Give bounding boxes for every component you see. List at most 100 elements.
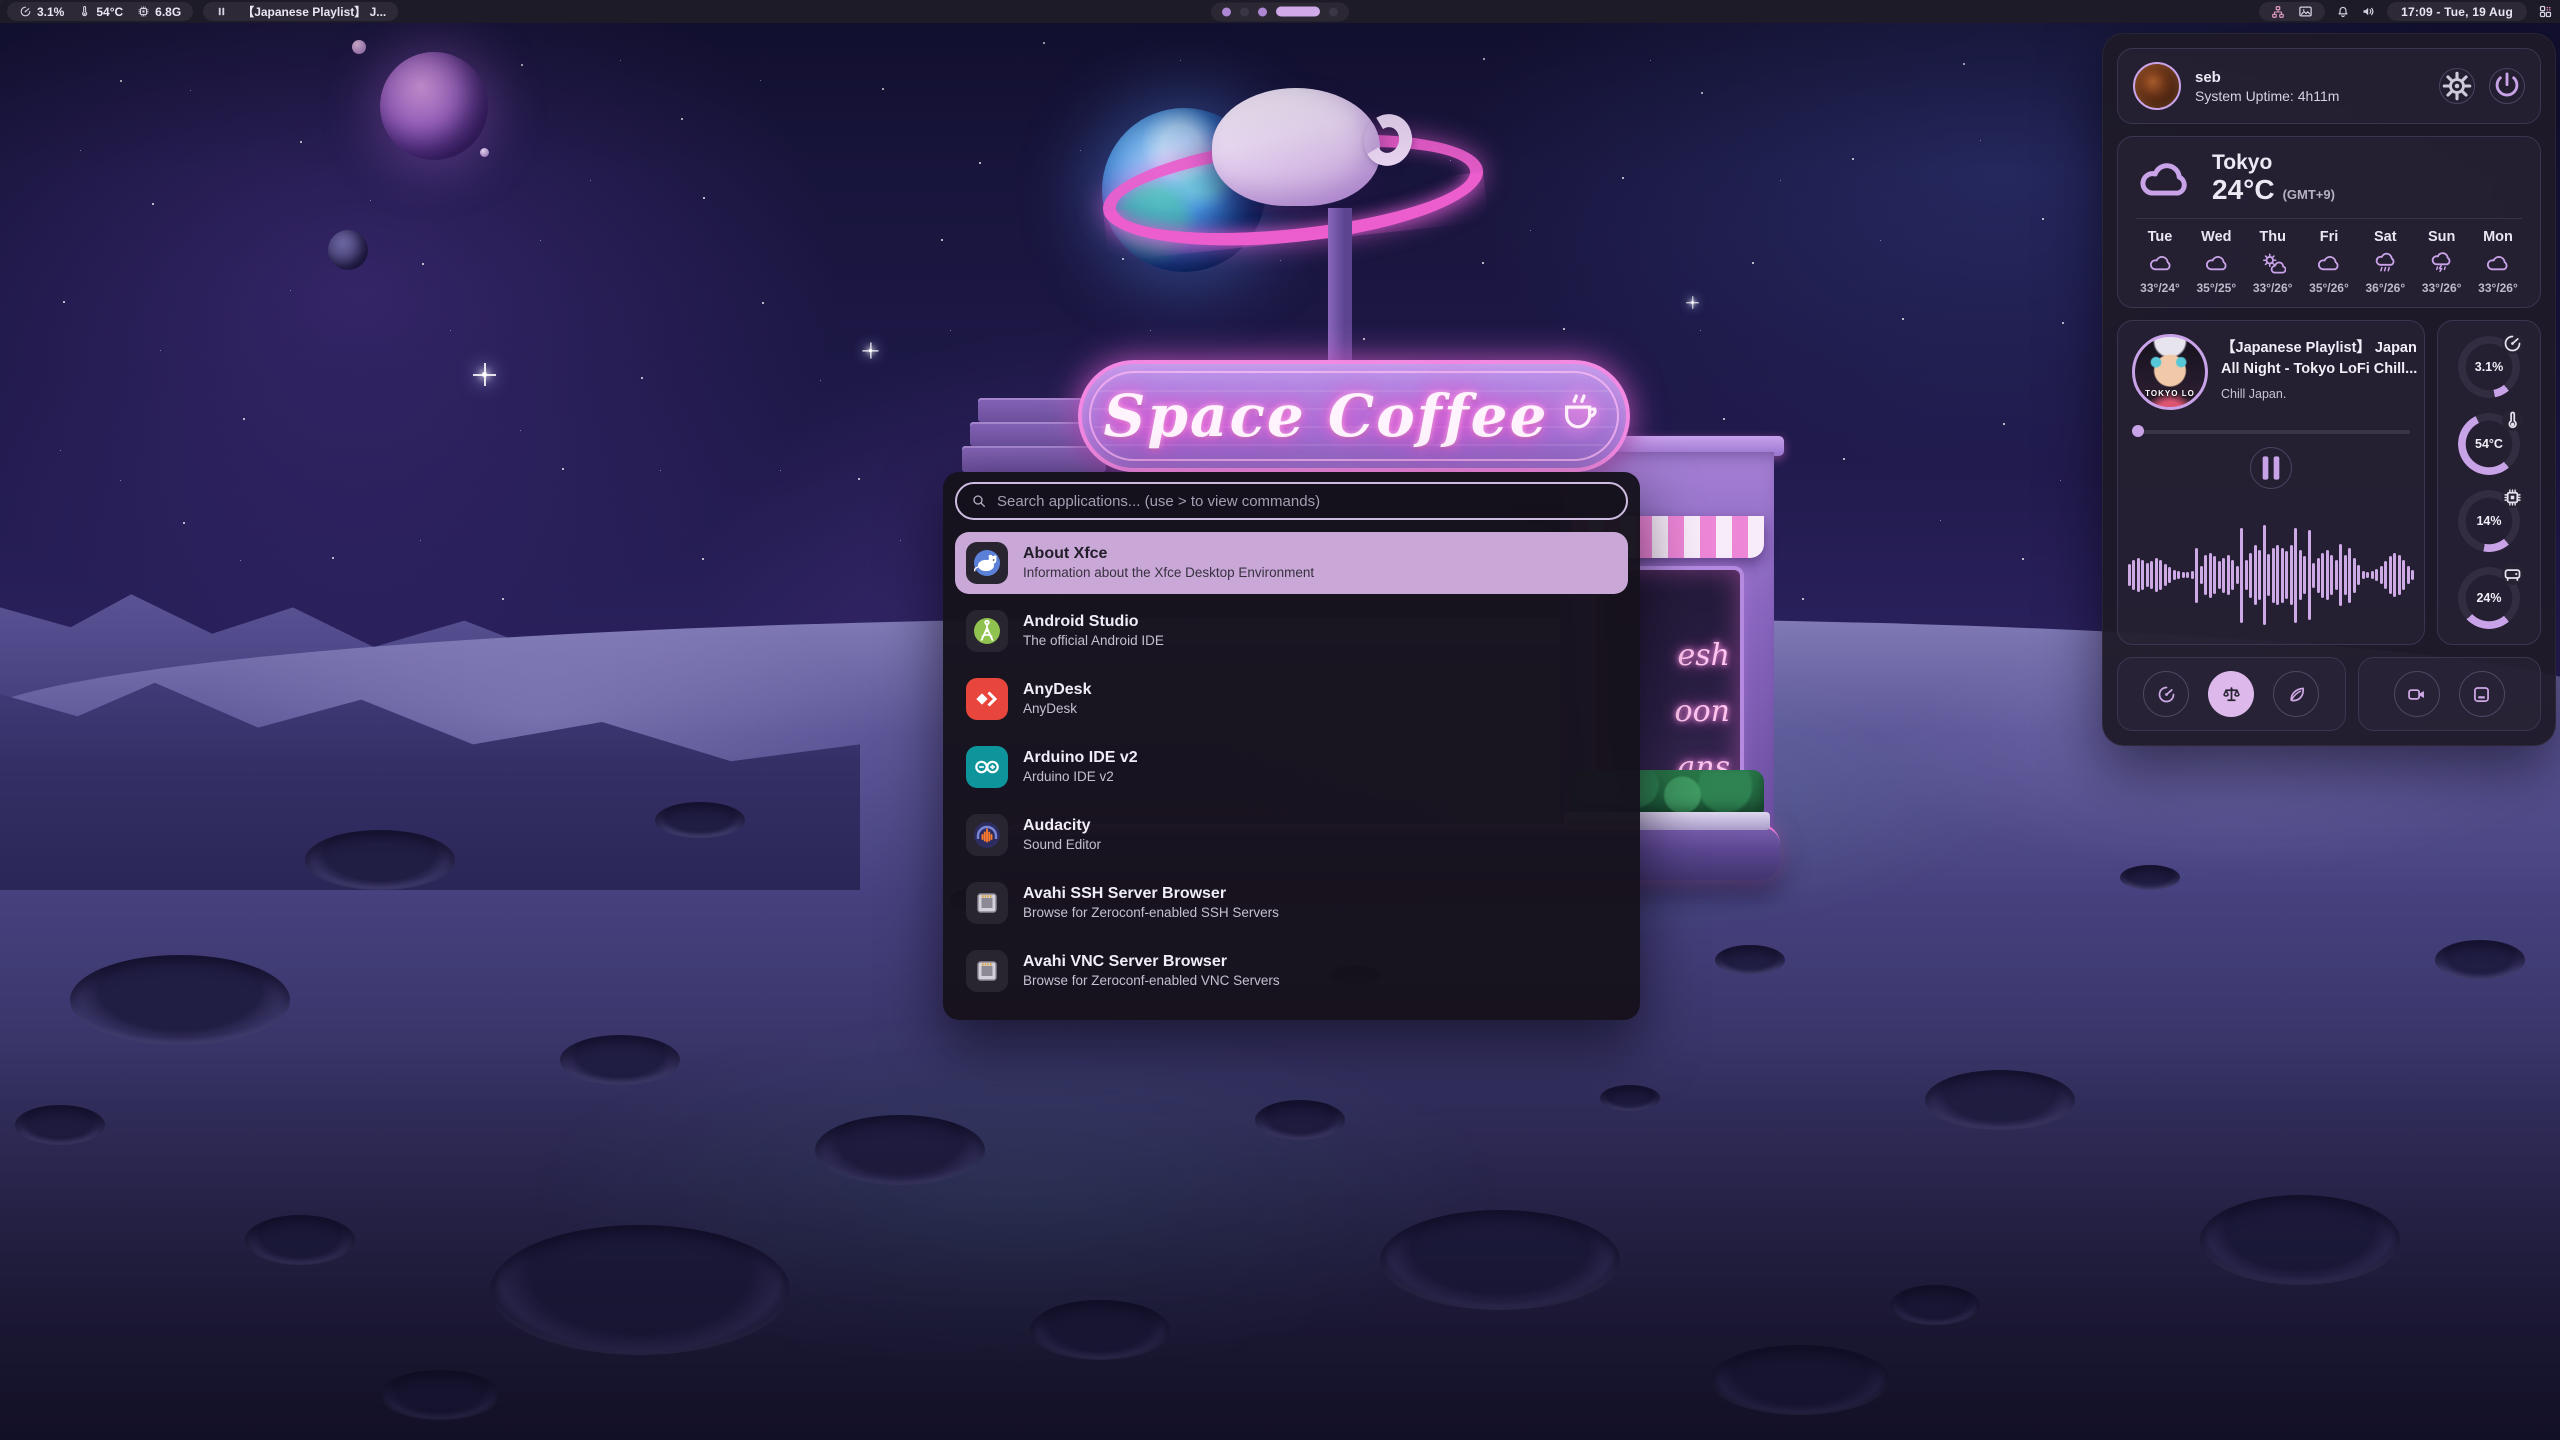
app-item-avahi[interactable]: Avahi SSH Server Browser Browse for Zero… [955,872,1628,934]
speaker-icon[interactable] [2361,4,2376,19]
app-title: Android Studio [1023,612,1164,632]
crater [1255,1100,1345,1140]
visualizer-bar [2195,548,2198,603]
tray-pill[interactable] [2259,2,2325,21]
thermometer-icon [78,5,91,18]
leaf-button[interactable] [2273,671,2319,717]
forecast-day: Wed 35°/25° [2192,229,2240,295]
network-icon[interactable] [2271,5,2285,19]
visualizer-bar [2281,548,2284,603]
app-item-arduino[interactable]: Arduino IDE v2 Arduino IDE v2 [955,736,1628,798]
crater [560,1035,680,1085]
visualizer-bar [2263,525,2266,625]
workspace-dot-occupied[interactable] [1222,7,1231,16]
seek-bar[interactable] [2132,425,2410,437]
system-stat[interactable]: 6.8G [137,5,181,19]
workspace-dot-empty[interactable] [1329,7,1338,16]
visualizer-bar [2380,566,2383,584]
visualizer-bar [2339,544,2342,606]
app-title: Avahi SSH Server Browser [1023,884,1279,904]
visualizer-bar [2231,560,2234,590]
media-player-widget: TOKYO LO 【Japanese Playlist】 Japan All N… [2117,320,2425,645]
play-pause-button[interactable] [2250,447,2292,489]
window-neon-text: esh [1678,628,1730,684]
visualizer-bar [2258,550,2261,600]
visualizer-bar [2245,560,2248,590]
app-title: Audacity [1023,816,1101,836]
forecast-temps: 36°/26° [2365,281,2405,295]
system-stat-value: 6.8G [155,5,181,19]
visualizer-bar [2146,563,2149,587]
settings-button[interactable] [2439,68,2475,104]
control-panel: seb System Uptime: 4h11m Tokyo 24°C (GMT… [2102,33,2556,746]
visualizer-bar [2317,558,2320,593]
avatar[interactable] [2133,62,2181,110]
cloud-icon [2136,156,2196,202]
wallpaper-image-icon[interactable] [2298,4,2313,19]
forecast-temps: 33°/26° [2253,281,2293,295]
crater [1030,1300,1170,1360]
weather-temperature: 24°C [2212,174,2275,206]
forecast-day: Mon 33°/26° [2474,229,2522,295]
camera-button[interactable] [2394,671,2440,717]
album-art: TOKYO LO [2132,334,2208,410]
arduino-icon [966,746,1008,788]
app-launcher: About Xfce Information about the Xfce De… [943,472,1640,1020]
system-stat[interactable]: 3.1% [19,5,64,19]
power-button[interactable] [2489,68,2525,104]
visualizer-bar [2173,570,2176,580]
neon-sign-text: Space Coffee [1104,382,1549,450]
speedometer-button[interactable] [2143,671,2189,717]
app-item-android-studio[interactable]: Android Studio The official Android IDE [955,600,1628,662]
search-bar[interactable] [955,482,1628,520]
scales-button[interactable] [2208,671,2254,717]
capture-group [2358,657,2541,731]
camera-icon [2406,684,2427,705]
forecast-day: Fri 35°/26° [2305,229,2353,295]
visualizer-bar [2209,553,2212,598]
divider [2136,218,2522,219]
small-moon [352,40,366,54]
visualizer-bar [2267,554,2270,596]
visualizer-bar [2330,555,2333,595]
search-input[interactable] [997,493,1612,510]
cloud-icon [2484,252,2511,274]
bell-icon[interactable] [2336,5,2350,19]
app-item-avahi[interactable]: Avahi VNC Server Browser Browse for Zero… [955,940,1628,1002]
forecast-temps: 35°/26° [2309,281,2349,295]
now-playing-pill[interactable]: 【Japanese Playlist】 J... [203,2,398,21]
app-item-xfce[interactable]: About Xfce Information about the Xfce De… [955,532,1628,594]
neon-cup-icon [1558,388,1604,439]
workspace-dot-empty[interactable] [1240,7,1249,16]
audio-visualizer [2132,519,2410,631]
workspace-dot-current[interactable] [1276,7,1320,17]
visualizer-bar [2348,548,2351,603]
system-stat[interactable]: 54°C [78,5,123,19]
clock[interactable]: 17:09 - Tue, 19 Aug [2387,2,2527,21]
app-title: About Xfce [1023,544,1314,564]
visualizer-bar [2335,560,2338,590]
system-stat-value: 3.1% [37,5,64,19]
memory-icon [2502,487,2523,508]
gauge-14: 14% [2458,490,2520,552]
disk-icon [2502,564,2523,585]
bright-star [482,372,487,377]
weather-city: Tokyo [2212,151,2335,174]
forecast-temps: 33°/24° [2140,281,2180,295]
apps-grid-icon[interactable] [2538,4,2553,19]
visualizer-bar [2218,561,2221,589]
forecast-temps: 33°/26° [2478,281,2518,295]
screen-button[interactable] [2459,671,2505,717]
visualizer-bar [2191,571,2194,579]
app-item-anydesk[interactable]: AnyDesk AnyDesk [955,668,1628,730]
forecast-day-label: Sun [2428,229,2455,245]
avahi-icon [966,950,1008,992]
forecast-day: Tue 33°/24° [2136,229,2184,295]
seek-thumb[interactable] [2132,425,2144,437]
workspace-dot-occupied[interactable] [1258,7,1267,16]
system-stats-pill[interactable]: 3.1% 54°C 6.8G [7,2,193,21]
workspace-indicator[interactable] [1211,2,1349,21]
window-neon-text: oon [1675,684,1730,740]
app-item-audacity[interactable]: Audacity Sound Editor [955,804,1628,866]
roof-step [978,398,1090,422]
